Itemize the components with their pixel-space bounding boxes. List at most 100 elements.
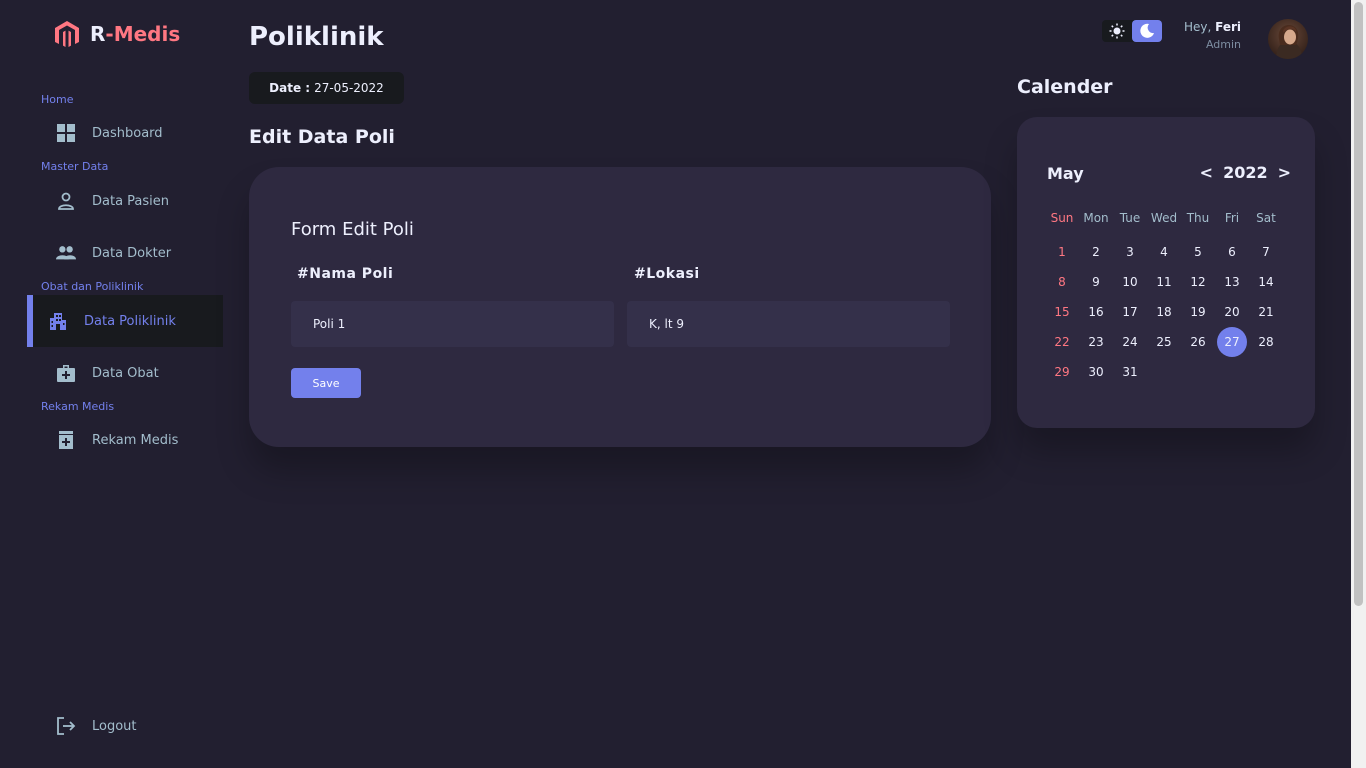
calendar-day[interactable]: 19	[1181, 297, 1215, 327]
calendar-day[interactable]: 5	[1181, 237, 1215, 267]
calendar-day[interactable]: 7	[1249, 237, 1283, 267]
sidebar-item-label: Dashboard	[92, 125, 163, 141]
greeting-text: Hey,	[1183, 20, 1212, 34]
page-title: Poliklinik	[249, 22, 384, 52]
logo[interactable]: R-Medis	[54, 20, 180, 48]
calendar-day[interactable]: 28	[1249, 327, 1283, 357]
app: R-Medis Home Dashboard Master Data Data …	[0, 0, 1366, 768]
sidebar-item-label: Data Obat	[92, 365, 159, 381]
calendar-day[interactable]: 4	[1147, 237, 1181, 267]
calendar-day[interactable]: 16	[1079, 297, 1113, 327]
edit-poli-form-card: Form Edit Poli #Nama Poli #Lokasi Save	[249, 167, 991, 447]
calendar-day[interactable]: 2	[1079, 237, 1113, 267]
calendar-day[interactable]: 29	[1045, 357, 1079, 387]
nama-poli-input[interactable]	[291, 301, 614, 347]
section-label-obat-poli: Obat dan Poliklinik	[41, 280, 144, 293]
calendar-heading: Calender	[1017, 76, 1113, 98]
lokasi-input[interactable]	[627, 301, 950, 347]
calendar-grid: Sun Mon Tue Wed Thu Fri Sat 1 2 3 4 5 6 7 8 9 10 11 12 13 14…	[1045, 207, 1283, 387]
calendar-day[interactable]: 24	[1113, 327, 1147, 357]
sidebar-item-obat[interactable]: Data Obat	[27, 347, 223, 399]
sidebar-item-label: Rekam Medis	[92, 432, 179, 448]
sidebar-item-label: Data Dokter	[92, 245, 172, 261]
brand-prefix: R	[90, 22, 106, 46]
calendar-day[interactable]: 23	[1079, 327, 1113, 357]
sidebar-item-pasien[interactable]: Data Pasien	[27, 175, 223, 227]
calendar-empty-cell	[1147, 357, 1181, 387]
nama-poli-label: #Nama Poli	[297, 266, 394, 282]
calendar-weekday: Sat	[1256, 211, 1276, 225]
calendar-weekday: Sun	[1050, 211, 1074, 225]
section-label-master: Master Data	[41, 160, 109, 173]
calendar-empty-cell	[1249, 357, 1283, 387]
logo-icon	[55, 21, 79, 47]
calendar-year: 2022	[1223, 163, 1268, 182]
section-label-home: Home	[41, 93, 74, 106]
next-year-button[interactable]: >	[1278, 163, 1291, 182]
profile-greeting: Hey, Feri	[1184, 20, 1241, 34]
medical-kit-icon	[56, 363, 76, 383]
form-title: Form Edit Poli	[291, 219, 414, 240]
calendar-day[interactable]: 22	[1045, 327, 1079, 357]
people-icon	[56, 243, 76, 263]
medication-icon	[56, 430, 76, 450]
calendar-day[interactable]: 30	[1079, 357, 1113, 387]
calendar-day[interactable]: 3	[1113, 237, 1147, 267]
calendar-day[interactable]: 13	[1215, 267, 1249, 297]
calendar-day[interactable]: 26	[1181, 327, 1215, 357]
prev-year-button[interactable]: <	[1200, 163, 1213, 182]
calendar-day[interactable]: 18	[1147, 297, 1181, 327]
logout-icon	[56, 716, 76, 736]
logout-button[interactable]: Logout	[27, 700, 223, 752]
light-mode-button[interactable]	[1102, 20, 1132, 42]
date-value: 27-05-2022	[314, 81, 384, 95]
sun-icon	[1109, 23, 1125, 39]
calendar-day[interactable]: 25	[1147, 327, 1181, 357]
calendar-day[interactable]: 11	[1147, 267, 1181, 297]
calendar-day[interactable]: 8	[1045, 267, 1079, 297]
date-label: Date :	[269, 81, 311, 95]
calendar-day[interactable]: 14	[1249, 267, 1283, 297]
profile-info: Hey, Feri Admin	[1184, 20, 1241, 51]
date-display: Date : 27-05-2022	[249, 72, 404, 104]
calendar-day[interactable]: 10	[1113, 267, 1147, 297]
calendar-day[interactable]: 15	[1045, 297, 1079, 327]
theme-toggle[interactable]	[1102, 20, 1162, 42]
calendar-day[interactable]: 17	[1113, 297, 1147, 327]
logo-text: R-Medis	[90, 22, 180, 46]
save-button[interactable]: Save	[291, 368, 361, 398]
calendar-weekday: Thu	[1186, 211, 1210, 225]
profile-role: Admin	[1205, 38, 1241, 51]
calendar-weekday: Tue	[1119, 211, 1141, 225]
sidebar-item-poliklinik[interactable]: Data Poliklinik	[27, 295, 223, 347]
calendar-today[interactable]: 27	[1215, 327, 1249, 357]
calendar: May < 2022 > Sun Mon Tue Wed Thu Fri Sat 1 2 3 4 5 6…	[1017, 117, 1315, 428]
sidebar-item-label: Data Poliklinik	[84, 313, 176, 329]
calendar-day[interactable]: 9	[1079, 267, 1113, 297]
calendar-month: May	[1047, 164, 1084, 183]
sidebar: R-Medis Home Dashboard Master Data Data …	[0, 0, 223, 768]
calendar-day[interactable]: 12	[1181, 267, 1215, 297]
calendar-weekday: Wed	[1150, 211, 1178, 225]
calendar-day[interactable]: 1	[1045, 237, 1079, 267]
sidebar-item-rekam[interactable]: Rekam Medis	[27, 414, 223, 466]
avatar[interactable]	[1268, 19, 1308, 59]
building-icon	[48, 311, 68, 331]
sidebar-item-dokter[interactable]: Data Dokter	[27, 227, 223, 279]
lokasi-label: #Lokasi	[634, 266, 700, 282]
calendar-day[interactable]: 21	[1249, 297, 1283, 327]
calendar-day[interactable]: 20	[1215, 297, 1249, 327]
sidebar-item-dashboard[interactable]: Dashboard	[27, 107, 223, 159]
calendar-day[interactable]: 6	[1215, 237, 1249, 267]
calendar-year-nav: < 2022 >	[1200, 163, 1291, 182]
dark-mode-button[interactable]	[1132, 20, 1162, 42]
dashboard-icon	[56, 123, 76, 143]
calendar-day[interactable]: 31	[1113, 357, 1147, 387]
calendar-empty-cell	[1215, 357, 1249, 387]
scrollbar[interactable]	[1351, 0, 1366, 768]
scrollbar-thumb[interactable]	[1354, 2, 1363, 606]
calendar-weekday: Mon	[1083, 211, 1109, 225]
person-icon	[56, 191, 76, 211]
calendar-weekday: Fri	[1224, 211, 1240, 225]
calendar-empty-cell	[1181, 357, 1215, 387]
